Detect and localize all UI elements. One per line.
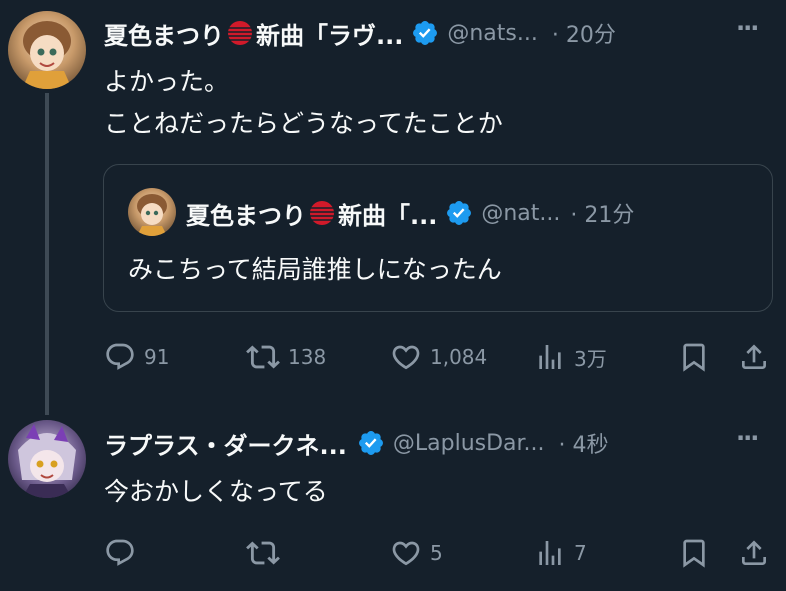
display-name[interactable]: ラプラス・ダークネ... [104, 426, 347, 461]
avatar[interactable] [8, 11, 86, 89]
tweet-text-line-1: よかった。 [104, 67, 230, 96]
retweet-icon [246, 541, 280, 565]
display-name-suffix[interactable]: 新曲「ラヴ... [256, 16, 403, 51]
view-count: 3万 [574, 346, 607, 371]
verified-badge-icon [445, 199, 473, 227]
like-count: 1,084 [430, 345, 488, 369]
views-button[interactable]: 3万 [534, 340, 607, 374]
retweet-button[interactable] [246, 536, 288, 570]
user-handle[interactable]: @LaplusDar... [393, 431, 545, 456]
like-icon [392, 541, 420, 566]
tweet-text-line-2: ことねだったらどうなってたことか [104, 109, 503, 138]
tweet-header: ラプラス・ダークネ... @LaplusDar... · 4秒 [104, 426, 609, 460]
reply-button[interactable]: 91 [104, 340, 169, 374]
quoted-tweet-header: 夏色まつり 新曲「... @nat... · 21分 [186, 196, 634, 230]
share-icon [742, 540, 766, 565]
like-icon [392, 345, 420, 370]
quoted-display-name: 夏色まつり [186, 201, 306, 230]
quoted-tweet-timestamp: · 21分 [570, 203, 635, 228]
bookmark-button[interactable] [678, 536, 710, 570]
bookmark-icon [683, 539, 705, 568]
thread-connector-line [45, 93, 49, 415]
quoted-avatar [128, 188, 176, 236]
reply-button[interactable] [104, 536, 144, 570]
avatar[interactable] [8, 420, 86, 498]
retweet-button[interactable]: 138 [246, 340, 326, 374]
like-button[interactable]: 5 [390, 536, 443, 570]
verified-badge-icon [411, 19, 439, 47]
share-button[interactable] [738, 340, 770, 374]
display-name[interactable]: 夏色まつり [104, 16, 224, 51]
views-button[interactable]: 7 [534, 536, 587, 570]
like-count: 5 [430, 541, 443, 565]
reply-icon [106, 539, 134, 566]
quoted-avatar-image [137, 194, 167, 236]
bookmark-button[interactable] [678, 340, 710, 374]
avatar-image [18, 424, 76, 498]
tweet-text: 今おかしくなってる [104, 477, 328, 506]
red-ring-emoji-icon [308, 199, 336, 227]
avatar-image [22, 21, 72, 89]
quoted-display-name-suffix: 新曲「... [338, 201, 438, 230]
verified-badge-icon [357, 429, 385, 457]
user-handle[interactable]: @nats... [447, 21, 538, 46]
more-icon[interactable]: ··· [736, 14, 759, 42]
quoted-tweet-text: みこちって結局誰推しになったん [128, 255, 502, 284]
more-icon[interactable]: ··· [736, 424, 759, 452]
tweet-header: 夏色まつり 新曲「ラヴ... @nats... · 20分 [104, 16, 616, 50]
tweet-timestamp[interactable]: · 4秒 [559, 427, 609, 459]
retweet-count: 138 [288, 345, 327, 369]
share-icon [742, 344, 766, 369]
red-ring-emoji-icon [226, 19, 254, 47]
like-button[interactable]: 1,084 [390, 340, 487, 374]
share-button[interactable] [738, 536, 770, 570]
views-icon [539, 541, 561, 565]
bookmark-icon [683, 343, 705, 372]
reply-icon [106, 343, 134, 370]
quoted-tweet-card[interactable] [103, 164, 773, 312]
quoted-user-handle: @nat... [481, 200, 561, 226]
views-icon [539, 345, 561, 369]
retweet-icon [246, 345, 280, 369]
tweet-timestamp[interactable]: · 20分 [552, 17, 616, 49]
reply-count: 91 [144, 345, 170, 369]
view-count: 7 [574, 541, 587, 565]
